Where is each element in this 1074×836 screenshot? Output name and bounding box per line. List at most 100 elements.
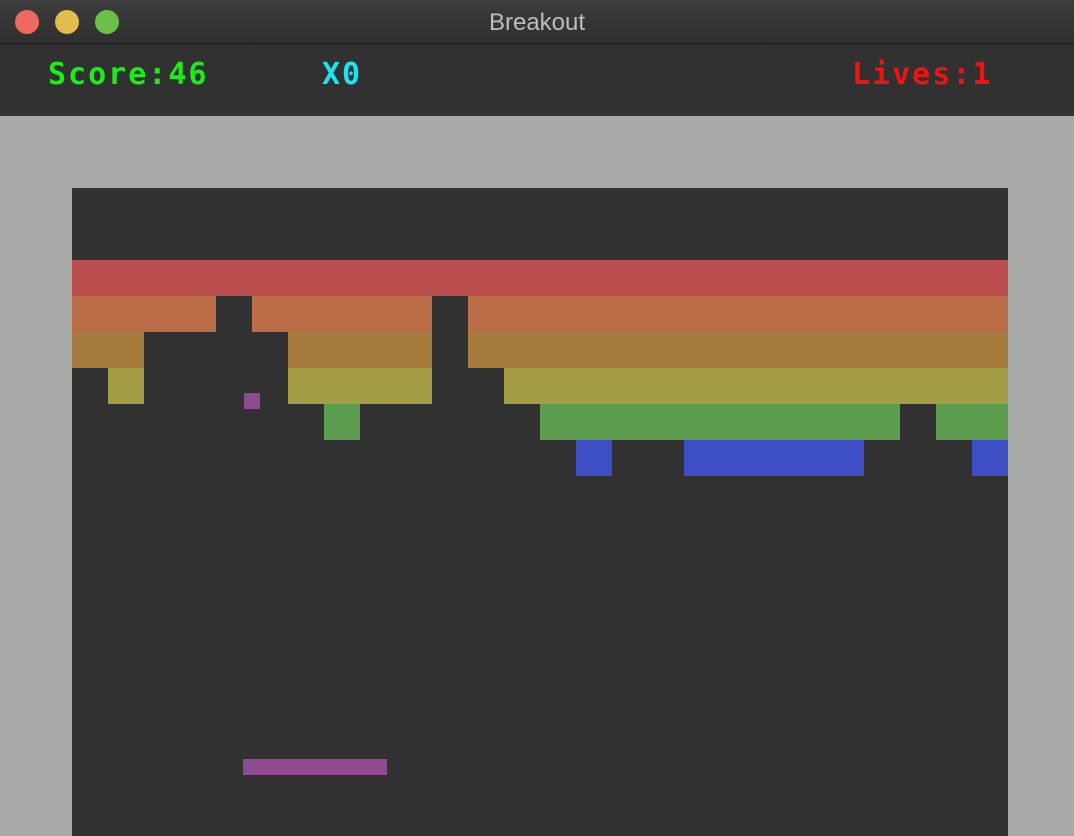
brick bbox=[720, 332, 756, 368]
brick bbox=[576, 368, 612, 404]
brick bbox=[324, 404, 360, 440]
brick bbox=[828, 404, 864, 440]
brick bbox=[792, 404, 828, 440]
window-title: Breakout bbox=[488, 9, 586, 36]
brick bbox=[432, 260, 468, 296]
brick bbox=[468, 260, 504, 296]
brick bbox=[792, 332, 828, 368]
brick bbox=[252, 260, 288, 296]
brick bbox=[684, 260, 720, 296]
brick bbox=[612, 260, 648, 296]
brick bbox=[936, 260, 972, 296]
brick bbox=[864, 260, 900, 296]
brick bbox=[252, 296, 288, 332]
brick bbox=[576, 332, 612, 368]
brick bbox=[144, 296, 180, 332]
brick bbox=[360, 296, 396, 332]
brick bbox=[864, 368, 900, 404]
brick bbox=[612, 332, 648, 368]
brick bbox=[936, 404, 972, 440]
multiplier-display: X0 bbox=[322, 57, 363, 92]
brick bbox=[288, 260, 324, 296]
brick bbox=[648, 368, 684, 404]
brick bbox=[144, 260, 180, 296]
brick bbox=[396, 332, 432, 368]
brick bbox=[684, 368, 720, 404]
brick bbox=[756, 404, 792, 440]
brick bbox=[720, 440, 756, 476]
brick bbox=[360, 260, 396, 296]
brick bbox=[612, 404, 648, 440]
brick bbox=[360, 368, 396, 404]
game-window: Breakout Score:46 X0 Lives:1 bbox=[0, 0, 1074, 836]
brick bbox=[972, 368, 1008, 404]
brick bbox=[720, 368, 756, 404]
brick bbox=[540, 368, 576, 404]
brick bbox=[72, 296, 108, 332]
brick bbox=[648, 332, 684, 368]
brick bbox=[756, 440, 792, 476]
brick bbox=[864, 332, 900, 368]
brick bbox=[828, 260, 864, 296]
brick bbox=[684, 296, 720, 332]
brick bbox=[900, 260, 936, 296]
brick bbox=[792, 440, 828, 476]
brick bbox=[612, 296, 648, 332]
brick bbox=[576, 296, 612, 332]
brick bbox=[648, 260, 684, 296]
brick bbox=[972, 260, 1008, 296]
brick bbox=[504, 332, 540, 368]
brick bbox=[576, 440, 612, 476]
brick bbox=[324, 260, 360, 296]
brick bbox=[324, 368, 360, 404]
brick bbox=[828, 296, 864, 332]
brick bbox=[72, 260, 108, 296]
brick bbox=[540, 404, 576, 440]
brick bbox=[396, 296, 432, 332]
brick bbox=[576, 260, 612, 296]
brick bbox=[648, 296, 684, 332]
brick bbox=[648, 404, 684, 440]
brick bbox=[720, 404, 756, 440]
brick bbox=[792, 260, 828, 296]
brick bbox=[972, 332, 1008, 368]
brick bbox=[324, 332, 360, 368]
brick bbox=[936, 296, 972, 332]
brick bbox=[468, 296, 504, 332]
brick bbox=[756, 332, 792, 368]
brick bbox=[180, 296, 216, 332]
brick bbox=[756, 368, 792, 404]
brick bbox=[108, 260, 144, 296]
ball bbox=[244, 393, 260, 409]
brick bbox=[396, 260, 432, 296]
brick bbox=[936, 368, 972, 404]
brick bbox=[504, 368, 540, 404]
brick bbox=[792, 296, 828, 332]
title-bar[interactable]: Breakout bbox=[0, 0, 1074, 44]
brick bbox=[900, 332, 936, 368]
brick bbox=[972, 404, 1008, 440]
brick bbox=[504, 260, 540, 296]
brick bbox=[108, 332, 144, 368]
brick bbox=[756, 296, 792, 332]
lives-display: Lives:1 bbox=[852, 57, 993, 92]
hud-bar: Score:46 X0 Lives:1 bbox=[0, 44, 1074, 116]
brick bbox=[468, 332, 504, 368]
brick bbox=[612, 368, 648, 404]
brick bbox=[720, 296, 756, 332]
brick bbox=[360, 332, 396, 368]
brick bbox=[576, 404, 612, 440]
paddle[interactable] bbox=[243, 759, 387, 775]
brick bbox=[288, 296, 324, 332]
score-display: Score:46 bbox=[48, 57, 209, 92]
brick bbox=[828, 332, 864, 368]
playfield[interactable] bbox=[72, 188, 1008, 836]
brick bbox=[216, 260, 252, 296]
brick bbox=[828, 440, 864, 476]
brick bbox=[900, 368, 936, 404]
brick bbox=[396, 368, 432, 404]
brick bbox=[972, 296, 1008, 332]
brick bbox=[936, 332, 972, 368]
brick bbox=[684, 440, 720, 476]
brick bbox=[288, 368, 324, 404]
